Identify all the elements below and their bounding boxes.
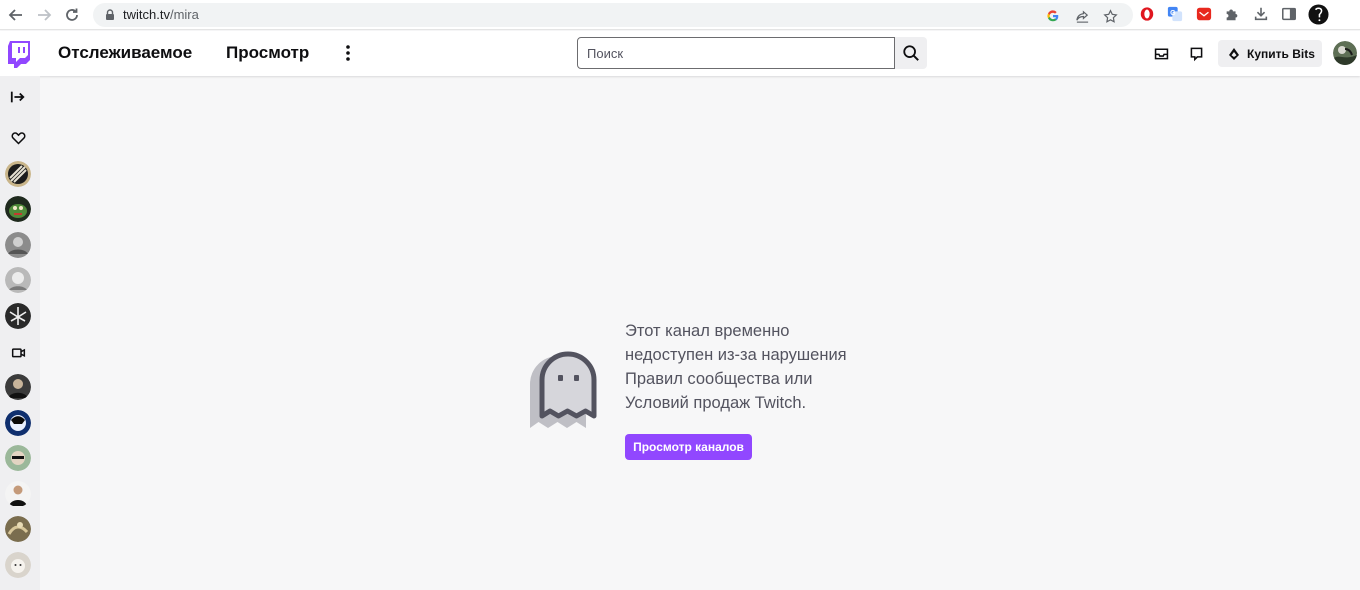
back-button[interactable]: [5, 4, 27, 26]
following-link[interactable]: Отслеживаемое: [58, 43, 192, 63]
browse-channels-button[interactable]: Просмотр каналов: [625, 434, 752, 460]
profile-avatar-icon[interactable]: [1307, 3, 1329, 25]
url-path: /mira: [169, 7, 199, 22]
side-panel-icon[interactable]: [1280, 5, 1298, 23]
followed-channels-heart: [9, 129, 27, 147]
browser-toolbar: twitch.tv/mira G: [0, 0, 1360, 30]
url-text: twitch.tv/mira: [123, 7, 199, 22]
forward-button[interactable]: [33, 4, 55, 26]
inbox-icon: [1154, 47, 1168, 59]
ghost-illustration-icon: [528, 344, 606, 430]
followed-channel-avatar[interactable]: [5, 196, 31, 222]
opera-extension-icon[interactable]: [1138, 5, 1156, 23]
puzzle-extensions-icon[interactable]: [1223, 5, 1241, 23]
expand-arrow-icon: [10, 91, 25, 103]
mail-extension-icon[interactable]: [1195, 5, 1213, 23]
expand-sidebar-button[interactable]: [9, 88, 27, 106]
reload-icon: [66, 8, 78, 21]
search-icon: [903, 45, 919, 61]
user-menu-avatar[interactable]: [1333, 41, 1357, 65]
download-icon[interactable]: [1252, 5, 1270, 23]
reload-button[interactable]: [61, 4, 83, 26]
back-arrow-icon: [8, 9, 22, 21]
twitch-top-nav: Отслеживаемое Просмотр Купить Bits: [0, 31, 1360, 76]
followed-channel-avatar[interactable]: [5, 267, 31, 293]
recommended-channel-avatar[interactable]: [5, 374, 31, 400]
followed-channel-avatar[interactable]: [5, 161, 31, 187]
bookmark-star-icon[interactable]: [1102, 8, 1118, 24]
lock-icon: [106, 9, 114, 20]
share-icon[interactable]: [1074, 8, 1090, 24]
collapsed-sidebar: [0, 76, 40, 590]
followed-channel-avatar[interactable]: [5, 232, 31, 258]
buy-bits-label: Купить Bits: [1247, 46, 1315, 61]
video-camera-icon: [11, 347, 25, 357]
recommended-channels-camera: [9, 343, 27, 361]
recommended-channel-avatar[interactable]: [5, 410, 31, 436]
buy-bits-button[interactable]: Купить Bits: [1218, 40, 1322, 67]
translate-extension-icon[interactable]: G: [1166, 5, 1184, 23]
heart-icon: [10, 131, 26, 145]
google-translate-g-icon[interactable]: [1045, 8, 1061, 24]
forward-arrow-icon: [38, 9, 52, 21]
whispers-button[interactable]: [1186, 43, 1206, 63]
browse-link[interactable]: Просмотр: [226, 43, 309, 63]
recommended-channel-avatar[interactable]: [5, 481, 31, 507]
address-bar[interactable]: twitch.tv/mira: [93, 3, 1133, 27]
twitch-logo-icon[interactable]: [7, 40, 31, 68]
recommended-channel-avatar[interactable]: [5, 516, 31, 542]
more-vertical-icon: [346, 45, 350, 61]
recommended-channel-avatar[interactable]: [5, 445, 31, 471]
svg-text:G: G: [1170, 9, 1176, 17]
inbox-button[interactable]: [1151, 43, 1171, 63]
search-box: [577, 37, 927, 69]
whispers-icon: [1190, 47, 1202, 61]
followed-channel-avatar[interactable]: [5, 303, 31, 329]
url-host: twitch.tv: [123, 7, 170, 22]
search-input[interactable]: [577, 37, 895, 69]
channel-unavailable-message: Этот канал временно недоступен из-за нар…: [625, 322, 847, 412]
more-options-button[interactable]: [340, 42, 356, 64]
search-button[interactable]: [895, 37, 927, 69]
recommended-channel-avatar[interactable]: [5, 552, 31, 578]
bits-icon: [1229, 47, 1239, 60]
